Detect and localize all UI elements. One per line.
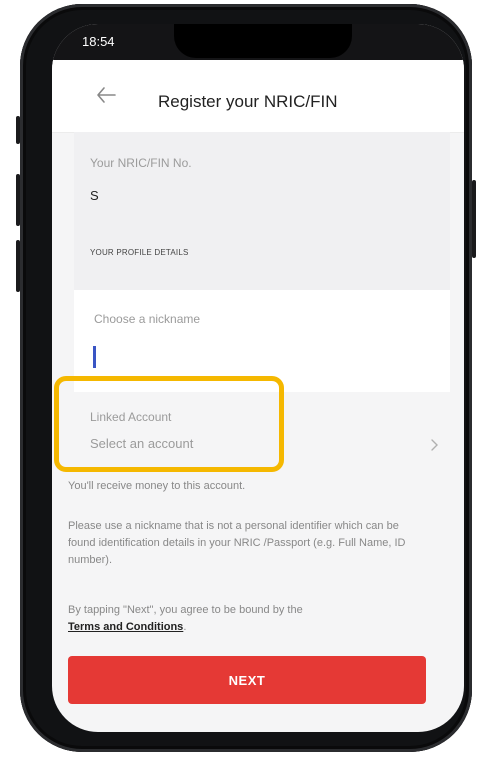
chevron-right-icon	[431, 439, 438, 451]
arrow-left-icon[interactable]	[96, 86, 116, 104]
notch	[174, 24, 352, 58]
nric-label: Your NRIC/FIN No.	[90, 156, 192, 170]
next-button[interactable]: NEXT	[68, 656, 426, 704]
phone-screen: 18:54 Register your NRIC/FIN Your NRIC/F…	[52, 24, 464, 732]
app-header: Register your NRIC/FIN	[52, 60, 464, 133]
linked-account-label: Linked Account	[90, 410, 172, 424]
nickname-field[interactable]: Choose a nickname	[74, 290, 450, 393]
profile-details-heading: YOUR PROFILE DETAILS	[90, 248, 189, 257]
phone-volume-down	[16, 240, 20, 292]
page-title: Register your NRIC/FIN	[158, 92, 338, 111]
terms-link[interactable]: Terms and Conditions	[68, 621, 183, 633]
terms-suffix: .	[183, 621, 187, 633]
nric-value: S	[90, 188, 99, 203]
phone-volume-up	[16, 174, 20, 226]
phone-mute-switch	[16, 116, 20, 144]
receive-money-text: You'll receive money to this account.	[68, 480, 246, 492]
nickname-label: Choose a nickname	[94, 312, 201, 326]
phone-power-button	[472, 180, 476, 258]
agreement-text: By tapping "Next", you agree to be bound…	[68, 602, 420, 636]
nickname-notice: Please use a nickname that is not a pers…	[68, 520, 406, 566]
nric-section: Your NRIC/FIN No. S YOUR PROFILE DETAILS	[74, 132, 450, 290]
text-cursor	[93, 346, 96, 368]
linked-account-selector[interactable]: Linked Account Select an account	[74, 392, 450, 466]
status-bar: 18:54	[52, 24, 464, 60]
status-time: 18:54	[82, 34, 115, 49]
linked-account-placeholder: Select an account	[90, 436, 194, 451]
agreement-prefix: By tapping "Next", you agree to be bound…	[68, 604, 303, 616]
